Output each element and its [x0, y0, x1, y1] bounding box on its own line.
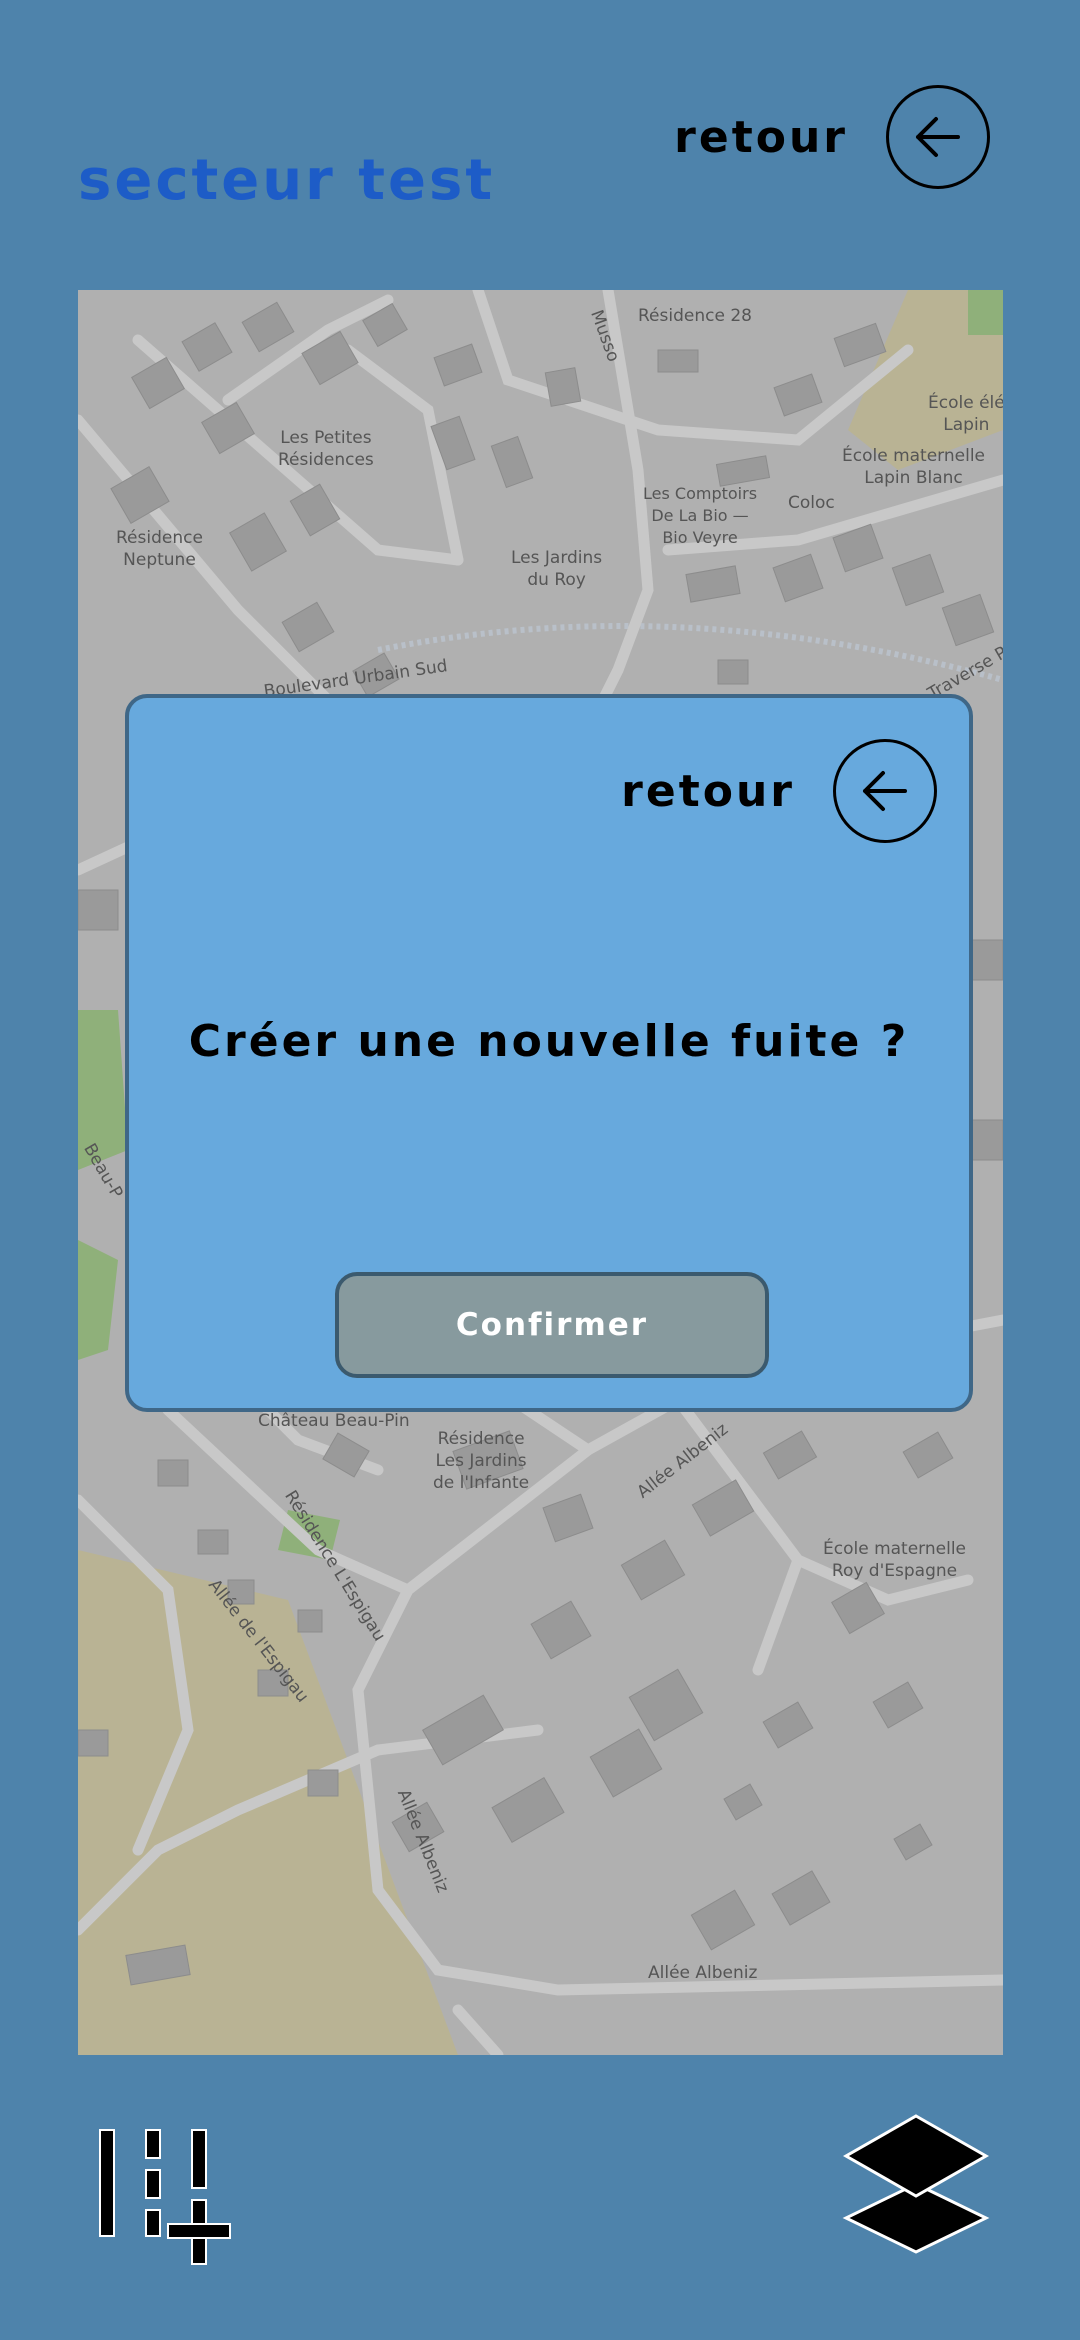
- confirm-dialog: retour Créer une nouvelle fuite ? Confir…: [125, 694, 973, 1412]
- map-label: Allée Albeniz: [648, 1963, 758, 1983]
- dialog-question: Créer une nouvelle fuite ?: [188, 1016, 910, 1067]
- page-title: secteur test: [78, 148, 496, 213]
- map-label: École maternelle Lapin Blanc: [842, 446, 986, 488]
- dialog-back-button[interactable]: retour: [621, 736, 937, 846]
- map-label: Les Comptoirs De La Bio — Bio Veyre: [643, 484, 758, 547]
- layers-icon[interactable]: [838, 2110, 994, 2254]
- map-label: Résidence Les Jardins de l'Infante: [433, 1429, 530, 1493]
- map-label: Coloc: [788, 493, 835, 513]
- back-arrow-icon[interactable]: [833, 739, 937, 843]
- map-label: Les Petites Résidences: [278, 428, 374, 470]
- confirm-button[interactable]: Confirmer: [335, 1272, 769, 1378]
- map-label: Les Jardins du Roy: [511, 548, 603, 590]
- map-label: École maternelle Roy d'Espagne: [823, 1539, 967, 1581]
- back-label: retour: [674, 111, 848, 163]
- back-arrow-icon[interactable]: [886, 85, 990, 189]
- back-label: retour: [621, 765, 795, 817]
- map-label: Résidence 28: [638, 306, 752, 326]
- map-label: Château Beau-Pin: [258, 1411, 410, 1431]
- map-label: École élé Lapin: [928, 393, 1003, 435]
- header-back-button[interactable]: retour: [674, 82, 990, 192]
- map-label: Résidence Neptune: [116, 528, 203, 570]
- add-list-icon[interactable]: [96, 2126, 236, 2266]
